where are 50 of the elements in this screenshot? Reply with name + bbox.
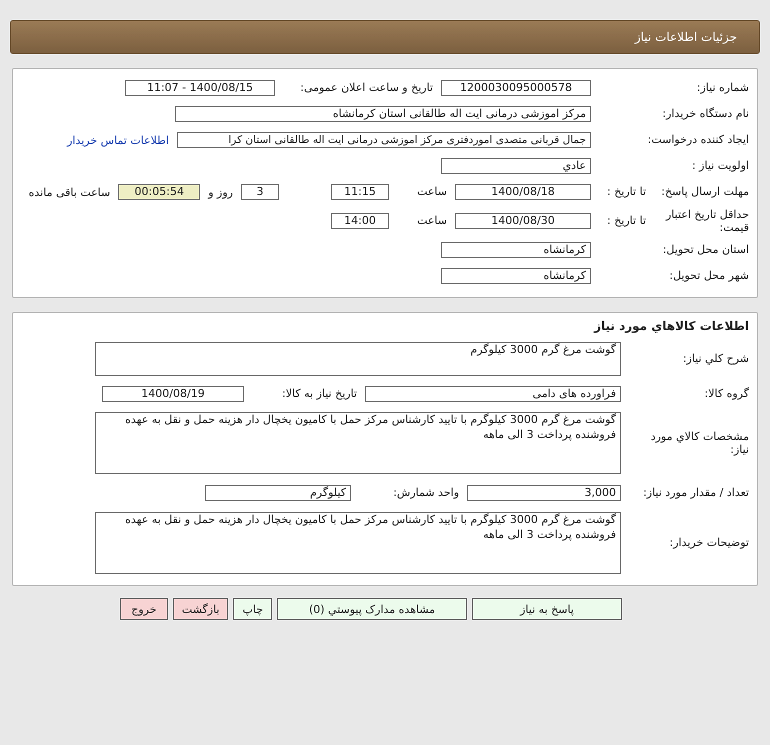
input-field: فراورده های دامی [365, 386, 621, 402]
section-title: اطلاعات کالاهاي مورد نياز [592, 319, 749, 333]
input-field: عادي [441, 158, 591, 174]
field-label: تا تاريخ : [606, 214, 646, 228]
input-field: 1400/08/18 [455, 184, 591, 200]
input-field: 1400/08/15 - 11:07 [125, 80, 275, 96]
field-label: ساعت [416, 185, 447, 199]
field-label: شهر محل تحويل: [668, 269, 749, 283]
action-button[interactable]: چاپ [233, 598, 272, 620]
input-field: کرمانشاه [441, 268, 591, 284]
input-field: جمال قربانی متصدی اموردفتری مرکز اموزشی درمانی ایت اله طالقانی استان کرا [177, 132, 591, 148]
input-field: کرمانشاه [441, 242, 591, 258]
input-field: 00:05:54 [118, 184, 200, 200]
input-field: 3 [241, 184, 279, 200]
field-label: روز و [208, 186, 233, 198]
input-field: 1400/08/30 [455, 212, 591, 230]
input-field: 14:00 [331, 212, 389, 230]
page-header: جزئيات اطلاعات نياز [10, 20, 760, 54]
input-field: کیلوگرم [205, 484, 351, 502]
field-label: اولويت نياز : [690, 159, 749, 173]
field-label: مشخصات کالاي مورد نياز: [650, 430, 749, 456]
buyer-contact-link[interactable]: اطلاعات تماس خريدار [67, 134, 169, 146]
field-label: واحد شمارش: [392, 486, 459, 500]
field-label: شماره نياز: [696, 81, 749, 95]
field-label: ساعت باقی مانده [28, 186, 110, 198]
input-field: گوشت مرغ گرم 3000 کیلوگرم با تایید کارشناس مرکز حمل با کامیون یخچال دار هزینه حمل و نقل به عهده فروشنده پرداخت 3 الی ماهه [95, 512, 621, 574]
field-label: مهلت ارسال پاسخ: [660, 185, 749, 199]
action-button[interactable]: بازگشت [172, 598, 228, 620]
field-label: شرح کلي نياز: [682, 352, 749, 366]
field-label: گروه کالا: [704, 387, 749, 401]
field-label: تا تاريخ : [606, 185, 646, 199]
field-label: حداقل تاريخ اعتبار قيمت: [664, 208, 749, 234]
input-field: 1200030095000578 [441, 80, 591, 96]
field-label: تعداد / مقدار مورد نياز: [642, 486, 749, 500]
field-label: استان محل تحويل: [662, 243, 749, 257]
field-label: تاريخ و ساعت اعلان عمومی: [299, 81, 433, 95]
input-field: 3,000 [467, 484, 621, 502]
input-field: گوشت مرغ گرم 3000 کیلوگرم با تایید کارشناس مرکز حمل با کامیون یخچال دار هزینه حمل و نقل به عهده فروشنده پرداخت 3 الی ماهه [95, 412, 621, 474]
input-field: 1400/08/19 [102, 386, 244, 402]
field-label: توضيحات خريدار: [668, 536, 749, 550]
action-button[interactable]: پاسخ به نياز [472, 598, 622, 620]
field-label: ايجاد کننده درخواست: [646, 133, 749, 147]
input-field: 11:15 [331, 184, 389, 200]
action-button[interactable]: مشاهده مدارک پيوستي (0) [277, 598, 467, 620]
field-label: ساعت [416, 214, 447, 228]
input-field: گوشت مرغ گرم 3000 کیلوگرم [95, 342, 621, 376]
field-label: تاريخ نياز به کالا: [281, 387, 357, 401]
field-label: نام دستگاه خريدار: [661, 107, 749, 121]
action-button[interactable]: خروج [120, 598, 168, 620]
input-field: مرکز اموزشی درمانی ایت اله طالقانی استان کرمانشاه [175, 106, 591, 122]
